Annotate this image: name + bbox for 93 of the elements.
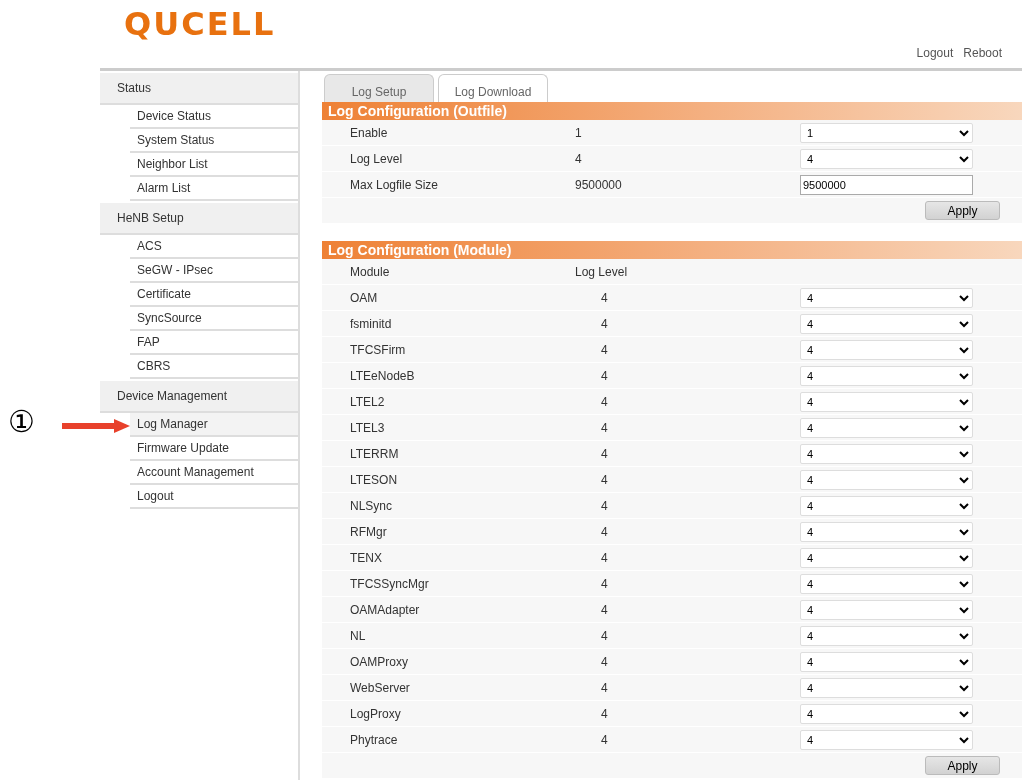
select-field[interactable]: 4 <box>800 651 973 672</box>
apply-button[interactable]: Apply <box>925 756 1000 775</box>
log-level-value: 4 <box>600 315 609 333</box>
input-field[interactable]: 9500000 <box>800 174 973 195</box>
select-field[interactable]: 4 <box>800 729 973 750</box>
select-field[interactable]: 4 <box>800 599 973 620</box>
log-level-value: 4 <box>600 497 609 515</box>
module-name: LTERRM <box>349 445 400 463</box>
log-level-value: 4 <box>600 419 609 437</box>
sidebar-group-header[interactable]: Device Management <box>100 381 298 413</box>
header-link[interactable]: Logout <box>916 44 954 62</box>
sidebar-item[interactable]: Device Status <box>130 105 298 129</box>
field-label: Log Level <box>349 150 404 168</box>
log-level-value: 4 <box>600 705 609 723</box>
module-name: NLSync <box>349 497 394 515</box>
sidebar-item[interactable]: SeGW - IPsec <box>130 259 298 283</box>
select-field[interactable]: 4 <box>800 573 973 594</box>
sidebar-group-header[interactable]: Status <box>100 73 298 105</box>
select-field[interactable]: 4 <box>800 148 973 169</box>
select-field[interactable]: 4 <box>800 391 973 412</box>
sidebar-item[interactable]: CBRS <box>130 355 298 379</box>
select-field[interactable]: 4 <box>800 339 973 360</box>
section-header: Log Configuration (Outfile) <box>322 102 1022 120</box>
log-level-value: 4 <box>600 471 609 489</box>
sidebar-item[interactable]: Logout <box>130 485 298 509</box>
sidebar-item[interactable]: Neighbor List <box>130 153 298 177</box>
sidebar-item[interactable]: ACS <box>130 235 298 259</box>
log-level-value: 4 <box>600 575 609 593</box>
select-field[interactable]: 4 <box>800 313 973 334</box>
log-level-value: 4 <box>600 367 609 385</box>
field-value: 9500000 <box>575 176 623 194</box>
sidebar-item[interactable]: Certificate <box>130 283 298 307</box>
column-header: Log Level <box>575 263 629 281</box>
header-link[interactable]: Reboot <box>963 44 1002 62</box>
module-name: LTEeNodeB <box>349 367 416 385</box>
select-field[interactable]: 4 <box>800 521 973 542</box>
module-name: TENX <box>349 549 383 567</box>
sidebar-item[interactable]: Account Management <box>130 461 298 485</box>
sidebar-item[interactable]: System Status <box>130 129 298 153</box>
select-field[interactable]: 4 <box>800 417 973 438</box>
module-name: LTEL3 <box>349 419 386 437</box>
module-name: NL <box>349 627 367 645</box>
select-field[interactable]: 4 <box>800 495 973 516</box>
section-header: Log Configuration (Module) <box>322 241 1022 259</box>
module-name: TFCSSyncMgr <box>349 575 430 593</box>
module-name: fsminitd <box>349 315 393 333</box>
column-header: Module <box>349 263 391 281</box>
module-name: Phytrace <box>349 731 399 749</box>
logo: QUCELL <box>124 8 276 40</box>
select-field[interactable]: 1 <box>800 122 973 143</box>
sidebar-item[interactable]: SyncSource <box>130 307 298 331</box>
module-name: OAM <box>349 289 379 307</box>
module-name: LTESON <box>349 471 399 489</box>
module-name: TFCSFirm <box>349 341 407 359</box>
log-level-value: 4 <box>600 627 609 645</box>
module-name: LogProxy <box>349 705 402 723</box>
log-level-value: 4 <box>600 601 609 619</box>
module-name: OAMProxy <box>349 653 409 671</box>
log-level-value: 4 <box>600 445 609 463</box>
tab[interactable]: Log Setup <box>324 74 434 102</box>
module-name: WebServer <box>349 679 411 697</box>
log-level-value: 4 <box>600 549 609 567</box>
select-field[interactable]: 4 <box>800 703 973 724</box>
field-label: Max Logfile Size <box>349 176 440 194</box>
select-field[interactable]: 4 <box>800 547 973 568</box>
module-name: RFMgr <box>349 523 388 541</box>
select-field[interactable]: 4 <box>800 469 973 490</box>
module-name: OAMAdapter <box>349 601 421 619</box>
module-name: LTEL2 <box>349 393 386 411</box>
sidebar-item[interactable]: FAP <box>130 331 298 355</box>
sidebar-item[interactable]: Alarm List <box>130 177 298 201</box>
field-value: 1 <box>575 124 583 142</box>
sidebar-item[interactable]: Firmware Update <box>130 437 298 461</box>
select-field[interactable]: 4 <box>800 443 973 464</box>
log-level-value: 4 <box>600 393 609 411</box>
select-field[interactable]: 4 <box>800 365 973 386</box>
log-level-value: 4 <box>600 731 609 749</box>
callout-number: ① <box>8 407 35 437</box>
sidebar-item[interactable]: Log Manager <box>130 413 298 437</box>
field-value: 4 <box>575 150 583 168</box>
tab[interactable]: Log Download <box>438 74 548 102</box>
sidebar-group-header[interactable]: HeNB Setup <box>100 203 298 235</box>
arrow-icon <box>62 419 130 433</box>
log-level-value: 4 <box>600 341 609 359</box>
log-level-value: 4 <box>600 523 609 541</box>
select-field[interactable]: 4 <box>800 287 973 308</box>
log-level-value: 4 <box>600 679 609 697</box>
select-field[interactable]: 4 <box>800 625 973 646</box>
select-field[interactable]: 4 <box>800 677 973 698</box>
log-level-value: 4 <box>600 653 609 671</box>
field-label: Enable <box>349 124 389 142</box>
apply-button[interactable]: Apply <box>925 201 1000 220</box>
log-level-value: 4 <box>600 289 609 307</box>
